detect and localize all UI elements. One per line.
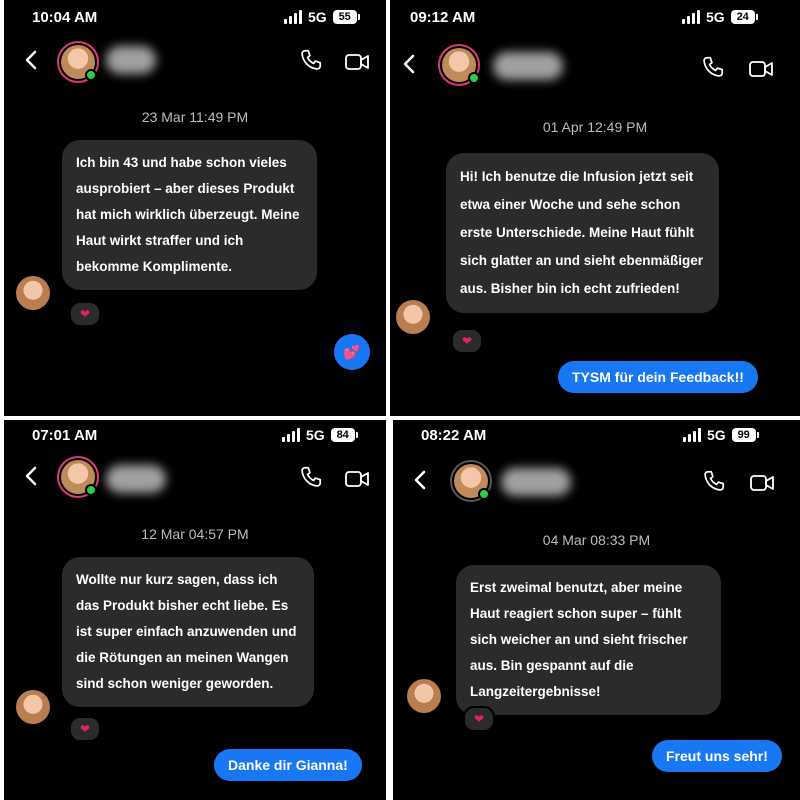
network-label: 5G [308,9,327,25]
phone-icon[interactable] [700,54,726,80]
sent-sticker: 💕 [334,334,370,370]
blurred-contact-name [106,465,166,493]
status-time: 10:04 AM [32,9,98,26]
chat-screenshot-4: 08:22 AM 5G 99 04 Mar 08:33 PM Erst zwei… [393,420,800,800]
message-timestamp: 23 Mar 11:49 PM [141,109,249,125]
battery-indicator: 24 [730,10,758,24]
sender-avatar [396,300,430,334]
signal-icon [284,10,302,24]
blurred-contact-name [106,46,156,74]
status-time: 07:01 AM [32,427,98,444]
status-time: 09:12 AM [410,9,476,26]
signal-icon [682,10,700,24]
battery-indicator: 55 [332,10,360,24]
network-label: 5G [707,427,726,443]
sender-avatar [407,679,441,713]
back-icon[interactable] [20,48,44,72]
sent-message: Danke dir Gianna! [214,749,362,781]
video-icon[interactable] [748,56,774,82]
message-timestamp: 12 Mar 04:57 PM [141,526,249,542]
message-timestamp: 04 Mar 08:33 PM [542,532,651,548]
blurred-contact-name [493,52,563,80]
blurred-contact-name [501,468,571,496]
sent-message: TYSM für dein Feedback!! [558,361,758,393]
battery-indicator: 84 [330,428,358,442]
heart-icon: ❤ [69,716,101,742]
chat-screenshot-2: 09:12 AM 5G 24 01 Apr 12:49 PM Hi! Ich b… [390,0,800,416]
network-label: 5G [306,427,325,443]
heart-icon: ❤ [451,328,483,354]
signal-icon [282,428,300,442]
phone-icon[interactable] [701,468,727,494]
video-icon[interactable] [344,466,370,492]
received-message: Ich bin 43 und habe schon vieles ausprob… [62,140,317,290]
video-icon[interactable] [749,470,775,496]
message-timestamp: 01 Apr 12:49 PM [542,119,648,135]
status-indicators: 5G 99 [683,427,759,443]
signal-icon [683,428,701,442]
received-message: Wollte nur kurz sagen, dass ich das Prod… [62,557,314,707]
phone-icon[interactable] [298,47,324,73]
online-indicator [468,72,480,84]
sender-avatar [16,276,50,310]
status-indicators: 5G 24 [682,9,758,25]
back-icon[interactable] [409,468,433,492]
status-time: 08:22 AM [421,427,487,444]
video-icon[interactable] [344,49,370,75]
status-indicators: 5G 84 [282,427,358,443]
status-indicators: 5G 55 [284,9,360,25]
back-icon[interactable] [20,464,44,488]
sent-message: Freut uns sehr! [652,740,782,772]
sender-avatar [16,690,50,724]
back-icon[interactable] [398,52,422,76]
received-message: Erst zweimal benutzt, aber meine Haut re… [456,565,721,715]
online-indicator [85,484,97,496]
phone-icon[interactable] [298,464,324,490]
heart-icon: ❤ [69,301,101,327]
battery-indicator: 99 [731,428,759,442]
chat-screenshot-1: 10:04 AM 5G 55 23 Mar 11:49 PM Ich bin 4… [4,0,386,416]
online-indicator [478,488,490,500]
network-label: 5G [706,9,725,25]
chat-screenshot-3: 07:01 AM 5G 84 12 Mar 04:57 PM Wollte nu… [4,420,386,800]
received-message: Hi! Ich benutze die Infusion jetzt seit … [446,153,719,313]
online-indicator [85,69,97,81]
heart-icon: ❤ [463,706,495,732]
